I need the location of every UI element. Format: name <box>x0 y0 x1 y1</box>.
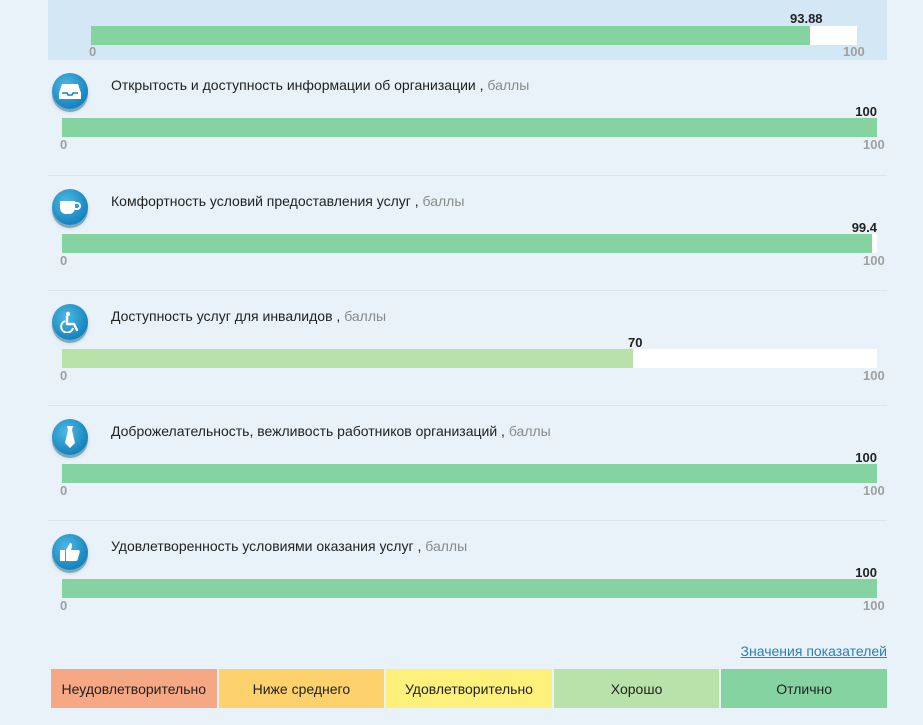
legend-item-unsatisfactory: Неудовлетворительно <box>51 669 217 708</box>
indicator-unit: баллы <box>425 538 468 554</box>
indicator-section: Доступность услуг для инвалидов , баллы 7… <box>48 290 887 405</box>
wheelchair-icon <box>52 304 88 340</box>
indicator-bar-fill <box>62 464 877 483</box>
thumbs-up-icon <box>52 534 88 570</box>
indicator-max: 100 <box>863 483 885 498</box>
indicator-bar-fill <box>62 579 877 598</box>
indicator-max: 100 <box>863 137 885 152</box>
indicator-section: Открытость и доступность информации об о… <box>48 60 887 175</box>
page-left-edge <box>0 0 16 725</box>
indicator-bar <box>62 349 877 368</box>
indicator-unit: баллы <box>344 308 387 324</box>
indicator-value: 100 <box>855 450 877 465</box>
indicator-bar-fill <box>62 349 633 368</box>
indicator-min: 0 <box>60 368 68 383</box>
indicator-bar <box>62 464 877 483</box>
indicator-values-link[interactable]: Значения показателей <box>741 643 887 659</box>
indicator-value: 99.4 <box>851 220 877 235</box>
indicator-max: 100 <box>863 368 885 383</box>
legend-item-below-average: Ниже среднего <box>218 669 385 708</box>
necktie-icon <box>52 419 88 455</box>
indicator-unit: баллы <box>508 423 551 439</box>
indicator-title-text: Доступность услуг для инвалидов , <box>111 308 341 324</box>
indicator-value: 70 <box>628 335 643 350</box>
summary-min: 0 <box>89 44 97 59</box>
indicator-max: 100 <box>863 598 885 613</box>
indicator-title: Удовлетворенность условиями оказания усл… <box>111 538 467 554</box>
indicator-section: Удовлетворенность условиями оказания усл… <box>48 520 887 635</box>
indicator-min: 0 <box>60 598 68 613</box>
summary-max: 100 <box>843 44 865 59</box>
indicator-bar-fill <box>62 118 877 137</box>
indicator-title: Открытость и доступность информации об о… <box>111 77 529 93</box>
inbox-tray-icon <box>52 73 88 109</box>
legend-item-excellent: Отлично <box>721 669 887 708</box>
summary-bar <box>91 26 857 45</box>
coffee-cup-icon <box>52 189 88 225</box>
indicator-title-text: Удовлетворенность условиями оказания усл… <box>111 538 422 554</box>
summary-panel: 93.88 0 100 <box>48 0 887 60</box>
indicator-min: 0 <box>60 137 68 152</box>
legend-item-satisfactory: Удовлетворительно <box>386 669 552 708</box>
indicator-bar <box>62 579 877 598</box>
indicator-title-text: Открытость и доступность информации об о… <box>111 77 484 93</box>
indicator-value: 100 <box>855 104 877 119</box>
indicator-title: Доступность услуг для инвалидов , баллы <box>111 308 386 324</box>
summary-bar-fill <box>91 26 811 45</box>
indicator-unit: баллы <box>422 193 465 209</box>
indicator-title: Комфортность условий предоставления услу… <box>111 193 464 209</box>
indicator-bar <box>62 118 877 137</box>
indicator-title-text: Комфортность условий предоставления услу… <box>111 193 419 209</box>
indicator-bar-fill <box>62 234 873 253</box>
indicator-min: 0 <box>60 253 68 268</box>
indicator-section: Доброжелательность, вежливость работнико… <box>48 405 887 520</box>
indicator-title: Доброжелательность, вежливость работнико… <box>111 423 551 439</box>
indicator-max: 100 <box>863 253 885 268</box>
indicator-unit: баллы <box>487 77 530 93</box>
rating-legend: Неудовлетворительно Ниже среднего Удовле… <box>51 669 887 708</box>
indicator-bar <box>62 234 877 253</box>
indicator-title-text: Доброжелательность, вежливость работнико… <box>111 423 505 439</box>
indicator-value: 100 <box>855 565 877 580</box>
indicator-min: 0 <box>60 483 68 498</box>
legend-item-good: Хорошо <box>553 669 720 708</box>
summary-value: 93.88 <box>790 11 823 26</box>
indicator-section: Комфортность условий предоставления услу… <box>48 175 887 290</box>
